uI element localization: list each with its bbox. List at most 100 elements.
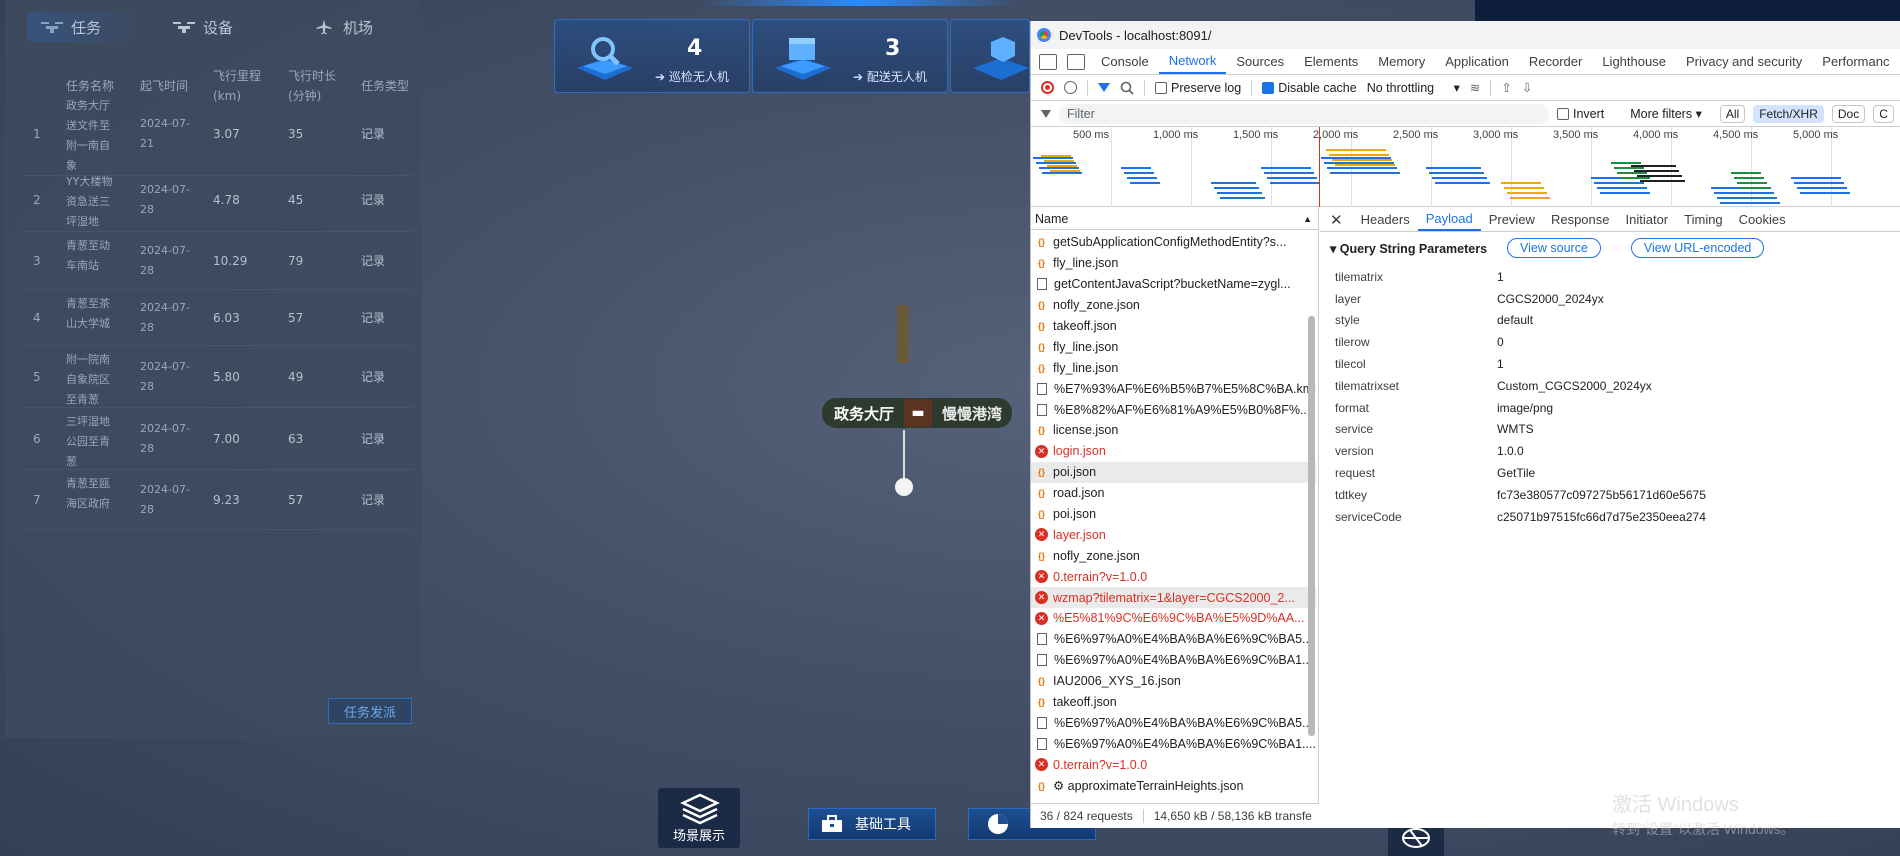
- stat-card-partial[interactable]: [950, 19, 1030, 93]
- tab-airport[interactable]: 机场: [313, 12, 373, 42]
- filter-icon[interactable]: [1098, 83, 1110, 92]
- detail-tab-response[interactable]: Response: [1543, 208, 1618, 231]
- request-row[interactable]: {} poi.json: [1031, 461, 1316, 483]
- request-row[interactable]: {} fly_line.json: [1031, 357, 1316, 378]
- filter-all[interactable]: All: [1719, 104, 1746, 123]
- param-value[interactable]: default: [1497, 313, 1533, 327]
- param-value[interactable]: 1: [1497, 270, 1504, 284]
- request-row[interactable]: ✕ 0.terrain?v=1.0.0: [1031, 754, 1316, 775]
- request-row[interactable]: ✕ wzmap?tilematrix=1&layer=CGCS2000_2...: [1031, 587, 1316, 609]
- view-source-button[interactable]: View source: [1507, 238, 1601, 258]
- network-overview[interactable]: 500 ms 1,000 ms 1,500 ms 2,000 ms 2,500 ms 3,…: [1031, 127, 1900, 207]
- preserve-log-checkbox[interactable]: Preserve log: [1155, 81, 1241, 95]
- stat-card-delivery[interactable]: 3 ➔ 配送无人机: [752, 19, 948, 93]
- param-value[interactable]: 1: [1497, 357, 1504, 371]
- param-value[interactable]: WMTS: [1497, 422, 1534, 436]
- invert-checkbox[interactable]: Invert: [1557, 107, 1604, 121]
- tab-device[interactable]: 设备: [173, 12, 233, 42]
- detail-tab-timing[interactable]: Timing: [1676, 208, 1731, 231]
- request-row[interactable]: {} ⚙ approximateTerrainHeights.json: [1031, 775, 1316, 796]
- import-har-icon[interactable]: ⇧: [1501, 80, 1511, 95]
- request-row[interactable]: {} takeoff.json: [1031, 692, 1316, 713]
- detail-tab-initiator[interactable]: Initiator: [1618, 208, 1677, 231]
- table-row[interactable]: 6 三坪湿地公园至青葱 2024-07-28 7.00 63 记录: [23, 408, 413, 470]
- filter-input[interactable]: Filter: [1059, 103, 1549, 124]
- inspect-element-icon[interactable]: [1039, 54, 1057, 70]
- request-row[interactable]: getContentJavaScript?bucketName=zygl...: [1031, 274, 1316, 295]
- table-row[interactable]: 5 附一院南自象院区至青葱 2024-07-28 5.80 49 记录: [23, 346, 413, 408]
- request-row[interactable]: {} nofly_zone.json: [1031, 295, 1316, 316]
- filter-doc[interactable]: Doc: [1831, 104, 1866, 123]
- request-row[interactable]: {} fly_line.json: [1031, 253, 1316, 274]
- filter-fetch-xhr[interactable]: Fetch/XHR: [1753, 104, 1824, 123]
- table-row[interactable]: 1 政务大厅送文件至附一南自象 2024-07-21 3.07 35 记录: [23, 92, 413, 176]
- request-row[interactable]: %E8%82%AF%E6%81%A9%E5%B0%8F%...: [1031, 399, 1316, 420]
- throttling-select[interactable]: No throttling ▾: [1367, 80, 1460, 95]
- request-row[interactable]: %E6%97%A0%E4%BA%BA%E6%9C%BA1....: [1031, 733, 1316, 754]
- table-row[interactable]: 3 青葱至动车南站 2024-07-28 10.29 79 记录: [23, 232, 413, 290]
- request-row[interactable]: {} takeoff.json: [1031, 316, 1316, 337]
- more-filters-dropdown[interactable]: More filters ▾: [1630, 106, 1702, 121]
- param-value[interactable]: 1.0.0: [1497, 444, 1524, 458]
- request-row[interactable]: %E6%97%A0%E4%BA%BA%E6%9C%BA1....: [1031, 650, 1316, 671]
- detail-tab-cookies[interactable]: Cookies: [1731, 208, 1794, 231]
- param-value[interactable]: 0: [1497, 335, 1504, 349]
- wifi-icon[interactable]: ≋: [1470, 80, 1480, 95]
- param-value[interactable]: Custom_CGCS2000_2024yx: [1497, 379, 1652, 393]
- tab-memory[interactable]: Memory: [1368, 49, 1435, 74]
- request-row[interactable]: ✕ login.json: [1031, 441, 1316, 462]
- qsp-title[interactable]: ▾ Query String Parameters: [1330, 241, 1487, 256]
- name-column-header[interactable]: Name ▲: [1031, 208, 1318, 230]
- request-row[interactable]: ✕ layer.json: [1031, 524, 1316, 545]
- marker-point[interactable]: [895, 478, 913, 496]
- param-value[interactable]: CGCS2000_2024yx: [1497, 292, 1604, 306]
- clear-icon[interactable]: [1064, 81, 1077, 94]
- tab-task[interactable]: 任务: [27, 12, 137, 42]
- request-row[interactable]: {} fly_line.json: [1031, 336, 1316, 357]
- request-list-scrollbar[interactable]: [1308, 316, 1315, 736]
- request-row[interactable]: %E6%97%A0%E4%BA%BA%E6%9C%BA5....: [1031, 629, 1316, 650]
- dispatch-task-button[interactable]: 任务发派: [328, 698, 412, 724]
- param-value[interactable]: image/png: [1497, 401, 1553, 415]
- view-url-encoded-button[interactable]: View URL-encoded: [1630, 238, 1765, 258]
- detail-tab-headers[interactable]: Headers: [1353, 208, 1418, 231]
- tab-network[interactable]: Network: [1158, 49, 1227, 74]
- tab-application[interactable]: Application: [1435, 49, 1519, 74]
- request-row[interactable]: {} nofly_zone.json: [1031, 545, 1316, 566]
- filter-css[interactable]: C: [1873, 104, 1894, 123]
- request-row[interactable]: %E6%97%A0%E4%BA%BA%E6%9C%BA5....: [1031, 712, 1316, 733]
- tab-lighthouse[interactable]: Lighthouse: [1592, 49, 1676, 74]
- table-row[interactable]: 2 YY大楼物资急送三坪湿地 2024-07-28 4.78 45 记录: [23, 168, 413, 232]
- record-icon[interactable]: [1041, 81, 1054, 94]
- request-row[interactable]: %E7%93%AF%E6%B5%B7%E5%8C%BA.kml: [1031, 378, 1316, 399]
- map-marker-label[interactable]: 政务大厅 ▬ 慢慢港湾: [822, 398, 1013, 428]
- detail-tab-payload[interactable]: Payload: [1417, 208, 1481, 231]
- param-value[interactable]: c25071b97515fc66d7d75e2350eea274: [1497, 510, 1706, 524]
- request-row[interactable]: ✕ 0.terrain?v=1.0.0: [1031, 566, 1316, 587]
- detail-tab-preview[interactable]: Preview: [1481, 208, 1543, 231]
- export-har-icon[interactable]: ⇩: [1522, 80, 1532, 95]
- basic-tools-button[interactable]: 基础工具: [808, 808, 936, 840]
- tab-recorder[interactable]: Recorder: [1519, 49, 1592, 74]
- search-icon[interactable]: [1120, 81, 1134, 95]
- tab-sources[interactable]: Sources: [1226, 49, 1294, 74]
- table-row[interactable]: 7 青葱至瓯海区政府 2024-07-28 9.23 57 记录: [23, 470, 413, 530]
- request-row[interactable]: ✕ %E5%81%9C%E6%9C%BA%E5%9D%AA...: [1031, 608, 1316, 629]
- request-row[interactable]: {} IAU2006_XYS_16.json: [1031, 671, 1316, 692]
- request-row[interactable]: {} poi.json: [1031, 504, 1316, 525]
- device-toolbar-icon[interactable]: [1067, 54, 1085, 70]
- table-row[interactable]: 4 青葱至茶山大学城 2024-07-28 6.03 57 记录: [23, 290, 413, 346]
- stat-card-inspection[interactable]: 4 ➔ 巡检无人机: [554, 19, 750, 93]
- param-value[interactable]: fc73e380577c097275b56171d60e5675: [1497, 488, 1706, 502]
- tab-console[interactable]: Console: [1091, 49, 1159, 74]
- request-row[interactable]: {} getSubApplicationConfigMethodEntity?s.…: [1031, 232, 1316, 253]
- close-icon[interactable]: ✕: [1320, 208, 1353, 231]
- tab-privacy-and-security[interactable]: Privacy and security: [1676, 49, 1812, 74]
- param-value[interactable]: GetTile: [1497, 466, 1535, 480]
- request-row[interactable]: {} license.json: [1031, 420, 1316, 441]
- request-row[interactable]: {} road.json: [1031, 483, 1316, 504]
- tab-performanc[interactable]: Performanc: [1812, 49, 1899, 74]
- tab-elements[interactable]: Elements: [1294, 49, 1368, 74]
- scene-display-button[interactable]: 场景展示: [658, 788, 740, 848]
- disable-cache-checkbox[interactable]: Disable cache: [1262, 81, 1357, 95]
